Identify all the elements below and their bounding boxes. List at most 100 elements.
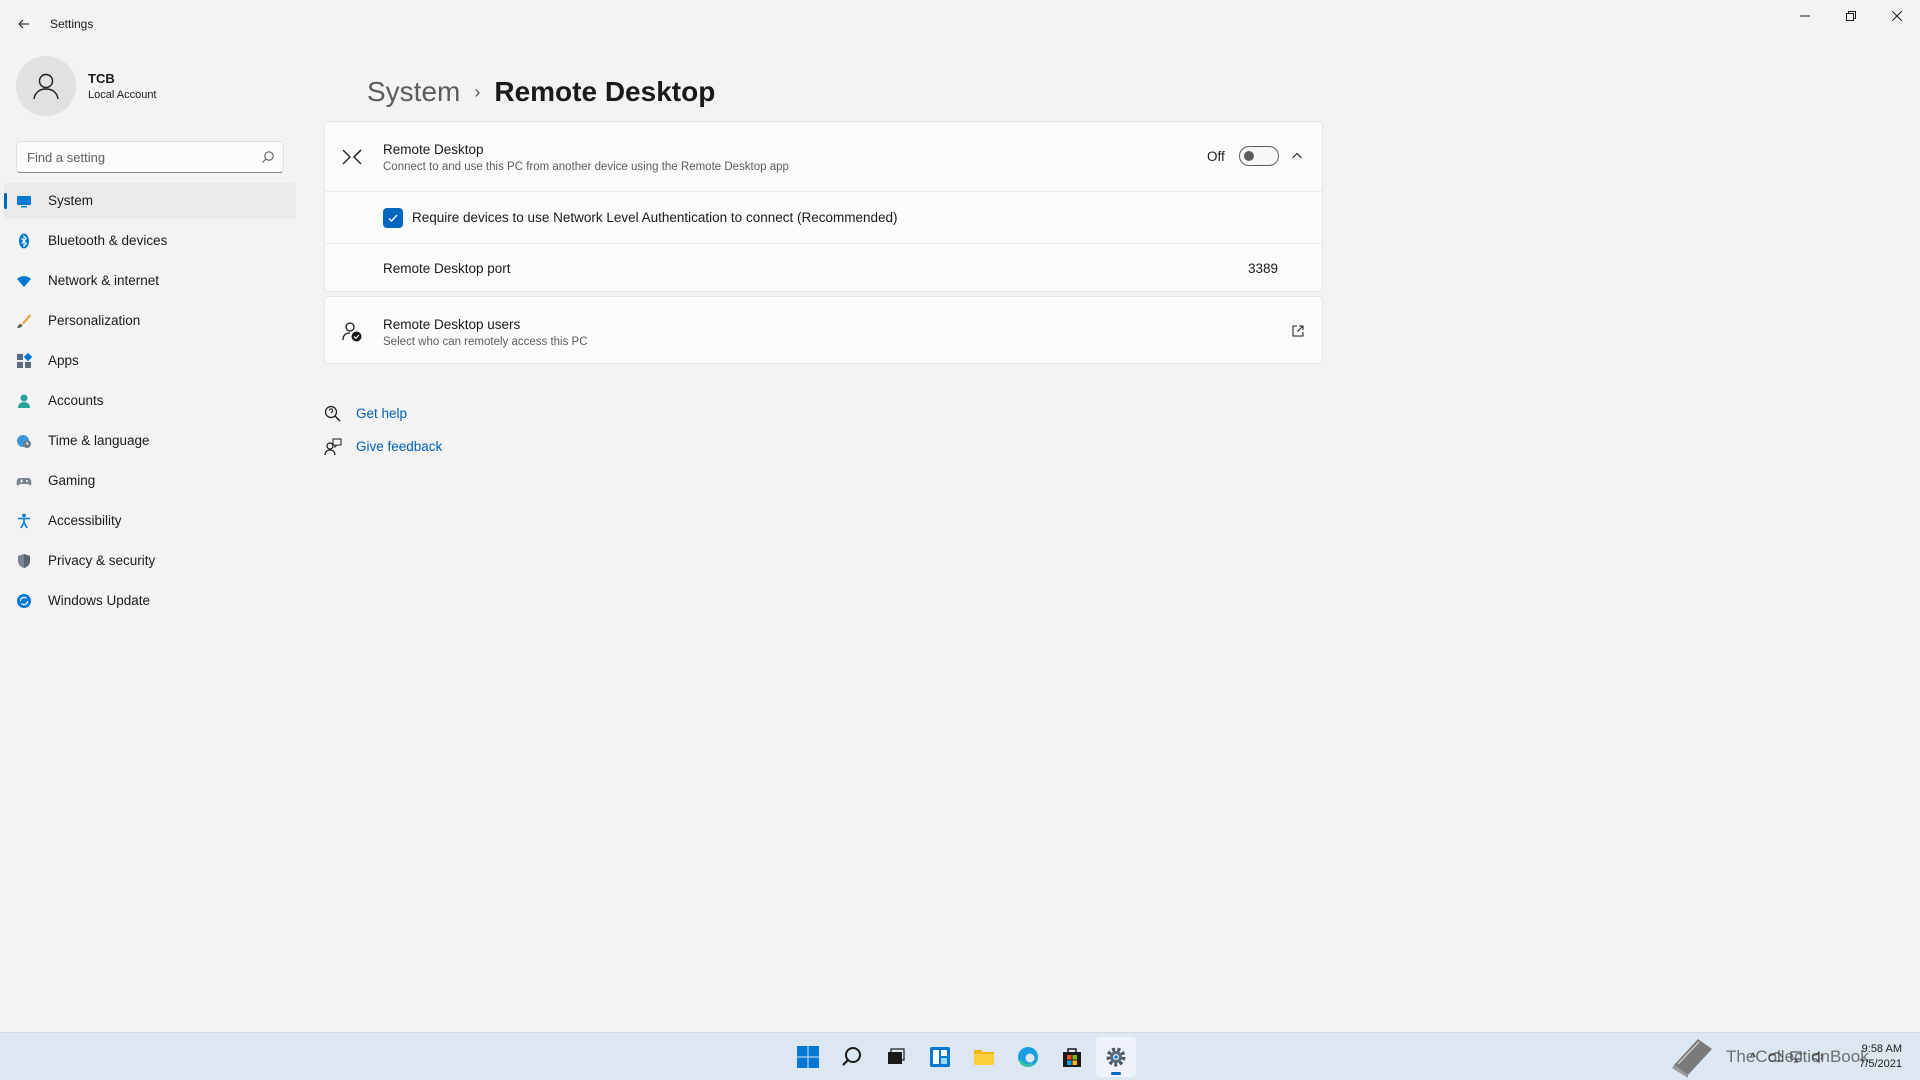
breadcrumb-parent[interactable]: System xyxy=(367,76,460,108)
onedrive-cloud-icon[interactable] xyxy=(1764,1049,1786,1065)
minimize-button[interactable] xyxy=(1782,0,1828,32)
book-logo-icon xyxy=(1672,1039,1712,1078)
sidebar-item-label: Accounts xyxy=(48,393,104,408)
breadcrumb: System › Remote Desktop xyxy=(367,76,715,108)
system-tray: ^ xyxy=(1742,1049,1830,1065)
account-type: Local Account xyxy=(88,89,157,101)
sidebar-item-label: System xyxy=(48,193,94,208)
sidebar-item-time-language[interactable]: Time & language xyxy=(4,423,296,459)
apps-icon xyxy=(16,353,32,369)
taskbar: TheCollectionBook ^ 9:58 AM 7/5/2021 xyxy=(0,1032,1920,1080)
sidebar-item-label: Accessibility xyxy=(48,513,122,528)
give-feedback-label[interactable]: Give feedback xyxy=(356,439,442,454)
chevron-right-icon: › xyxy=(474,81,481,102)
brush-icon xyxy=(16,313,32,329)
store-button[interactable] xyxy=(1052,1037,1092,1077)
title-bar: Settings xyxy=(0,0,1920,48)
port-value: 3389 xyxy=(1247,261,1278,276)
users-check-icon xyxy=(341,321,363,343)
sidebar-nav: System Bluetooth & devices Network & int… xyxy=(4,183,296,623)
windows-logo-icon xyxy=(797,1046,819,1068)
task-view-icon xyxy=(888,1048,905,1064)
sidebar-item-label: Windows Update xyxy=(48,593,151,608)
user-name: TCB xyxy=(88,71,115,86)
port-row: Remote Desktop port 3389 xyxy=(325,243,1322,293)
close-button[interactable] xyxy=(1874,0,1920,32)
search-box[interactable] xyxy=(16,141,284,173)
accounts-icon xyxy=(16,393,32,409)
accessibility-icon xyxy=(16,513,32,529)
widgets-icon xyxy=(930,1047,950,1067)
sidebar-item-accessibility[interactable]: Accessibility xyxy=(4,503,296,539)
back-button[interactable] xyxy=(12,12,36,36)
chevron-up-icon[interactable]: ^ xyxy=(1742,1049,1764,1065)
sidebar-item-privacy-security[interactable]: Privacy & security xyxy=(4,543,296,579)
app-title: Settings xyxy=(50,17,94,31)
get-help-label[interactable]: Get help xyxy=(356,406,407,421)
clock[interactable]: 9:58 AM 7/5/2021 xyxy=(1859,1042,1902,1072)
sidebar-item-bluetooth[interactable]: Bluetooth & devices xyxy=(4,223,296,259)
search-icon[interactable] xyxy=(261,150,275,164)
file-explorer-button[interactable] xyxy=(964,1037,1004,1077)
sidebar-item-system[interactable]: System xyxy=(4,183,296,219)
get-help-link[interactable]: Get help xyxy=(324,397,442,430)
remote-desktop-card: Remote Desktop Connect to and use this P… xyxy=(324,121,1323,292)
network-icon[interactable] xyxy=(1786,1049,1808,1065)
nla-label[interactable]: Require devices to use Network Level Aut… xyxy=(412,210,898,225)
minimize-icon xyxy=(1800,15,1810,17)
taskbar-search-button[interactable] xyxy=(832,1037,872,1077)
help-links: Get help Give feedback xyxy=(324,397,442,463)
user-profile[interactable]: TCB Local Account xyxy=(16,56,296,120)
sidebar-item-apps[interactable]: Apps xyxy=(4,343,296,379)
toggle-state-label: Off xyxy=(1207,149,1225,164)
gamepad-icon xyxy=(16,473,32,489)
edge-button[interactable] xyxy=(1008,1037,1048,1077)
port-label: Remote Desktop port xyxy=(383,261,511,276)
give-feedback-link[interactable]: Give feedback xyxy=(324,430,442,463)
close-icon xyxy=(1892,11,1902,21)
sidebar-item-windows-update[interactable]: Windows Update xyxy=(4,583,296,619)
remote-desktop-users-card[interactable]: Remote Desktop users Select who can remo… xyxy=(324,296,1323,364)
task-view-button[interactable] xyxy=(876,1037,916,1077)
feedback-icon xyxy=(324,438,342,456)
avatar xyxy=(16,56,76,116)
sidebar-item-accounts[interactable]: Accounts xyxy=(4,383,296,419)
store-icon xyxy=(1063,1048,1081,1067)
remote-desktop-toggle[interactable] xyxy=(1239,146,1279,166)
chevron-up-icon[interactable] xyxy=(1289,148,1305,164)
sidebar-item-gaming[interactable]: Gaming xyxy=(4,463,296,499)
clock-date: 7/5/2021 xyxy=(1859,1058,1902,1070)
clock-time: 9:58 AM xyxy=(1861,1043,1902,1055)
back-arrow-icon xyxy=(18,19,29,29)
remote-desktop-description: Connect to and use this PC from another … xyxy=(383,161,789,173)
rd-users-description: Select who can remotely access this PC xyxy=(383,336,588,348)
toggle-knob xyxy=(1244,151,1254,161)
bluetooth-icon xyxy=(16,233,32,249)
remote-desktop-icon xyxy=(341,146,363,168)
nla-checkbox[interactable] xyxy=(383,208,403,228)
folder-icon xyxy=(974,1050,994,1065)
edge-icon xyxy=(1018,1047,1038,1067)
sidebar-item-label: Gaming xyxy=(48,473,96,488)
external-link-icon[interactable] xyxy=(1290,323,1306,339)
system-icon xyxy=(16,193,32,209)
get-help-icon xyxy=(324,405,342,423)
volume-icon[interactable] xyxy=(1808,1049,1830,1065)
widgets-button[interactable] xyxy=(920,1037,960,1077)
checkmark-icon xyxy=(388,214,398,223)
start-button[interactable] xyxy=(788,1037,828,1077)
sidebar-item-network[interactable]: Network & internet xyxy=(4,263,296,299)
sidebar-item-label: Bluetooth & devices xyxy=(48,233,168,248)
sidebar-item-label: Privacy & security xyxy=(48,553,156,568)
page-title: Remote Desktop xyxy=(494,76,716,107)
search-input[interactable] xyxy=(27,148,247,166)
remote-desktop-header[interactable]: Remote Desktop Connect to and use this P… xyxy=(325,122,1322,190)
settings-taskbar-button[interactable] xyxy=(1096,1037,1136,1077)
restore-button[interactable] xyxy=(1828,0,1874,32)
sidebar-item-label: Network & internet xyxy=(48,273,160,288)
search-icon xyxy=(842,1047,861,1066)
gear-icon xyxy=(1106,1047,1126,1067)
rd-users-title: Remote Desktop users xyxy=(383,317,521,332)
user-icon xyxy=(33,73,59,100)
sidebar-item-personalization[interactable]: Personalization xyxy=(4,303,296,339)
